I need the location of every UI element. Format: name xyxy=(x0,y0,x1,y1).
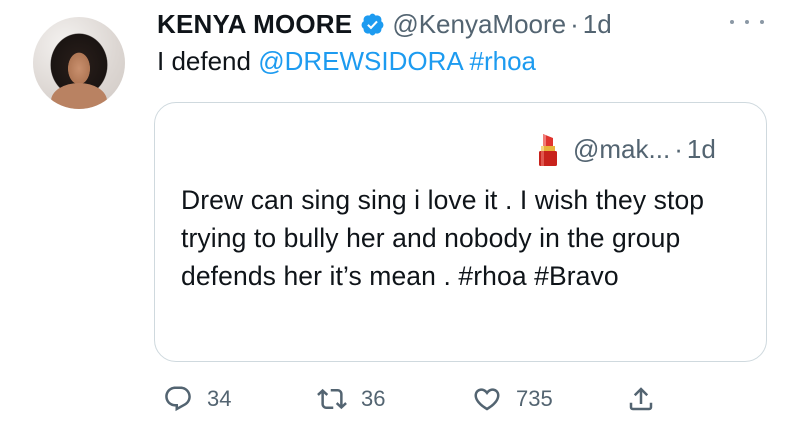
heart-icon xyxy=(474,388,500,411)
tweet-text-prefix: I defend xyxy=(157,46,259,76)
share-icon xyxy=(629,387,653,411)
reply-count: 34 xyxy=(207,386,232,411)
avatar-shoulders xyxy=(51,83,107,109)
like-count: 735 xyxy=(516,386,553,411)
action-bar: 34 36 735 xyxy=(0,379,800,419)
avatar[interactable] xyxy=(33,17,125,109)
tweet-time[interactable]: 1d xyxy=(583,9,612,40)
share-button[interactable] xyxy=(626,379,656,419)
verified-badge-icon xyxy=(361,13,384,35)
quoted-tweet-text: Drew can sing sing i love it . I wish th… xyxy=(181,185,705,291)
mention-link[interactable]: @DREWSIDORA xyxy=(258,46,462,76)
author-name[interactable]: KENYA MOORE xyxy=(157,9,352,40)
retweet-count: 36 xyxy=(361,386,386,411)
more-icon[interactable] xyxy=(730,12,764,32)
quoted-handle[interactable]: @mak... xyxy=(573,134,670,165)
more-dot xyxy=(730,20,734,24)
quoted-separator-dot: · xyxy=(674,133,683,164)
reply-button[interactable]: 34 xyxy=(163,379,231,419)
quoted-tweet[interactable]: @mak... · 1d Drew can sing sing i love i… xyxy=(154,102,767,362)
retweet-icon xyxy=(317,388,347,410)
separator-dot: · xyxy=(570,8,579,39)
retweet-button[interactable]: 36 xyxy=(317,379,385,419)
quoted-tweet-header: @mak... · 1d xyxy=(537,132,716,166)
tweet-header: KENYA MOORE @KenyaMoore · 1d xyxy=(157,7,612,41)
reply-icon xyxy=(165,386,191,412)
more-dot xyxy=(745,20,749,24)
author-handle[interactable]: @KenyaMoore xyxy=(392,9,566,40)
like-button[interactable]: 735 xyxy=(472,379,553,419)
lipstick-icon xyxy=(539,134,557,166)
quoted-time[interactable]: 1d xyxy=(687,134,716,165)
hashtag-link[interactable]: #rhoa xyxy=(470,46,537,76)
more-dot xyxy=(760,20,764,24)
tweet-text: I defend @DREWSIDORA #rhoa xyxy=(157,46,536,77)
